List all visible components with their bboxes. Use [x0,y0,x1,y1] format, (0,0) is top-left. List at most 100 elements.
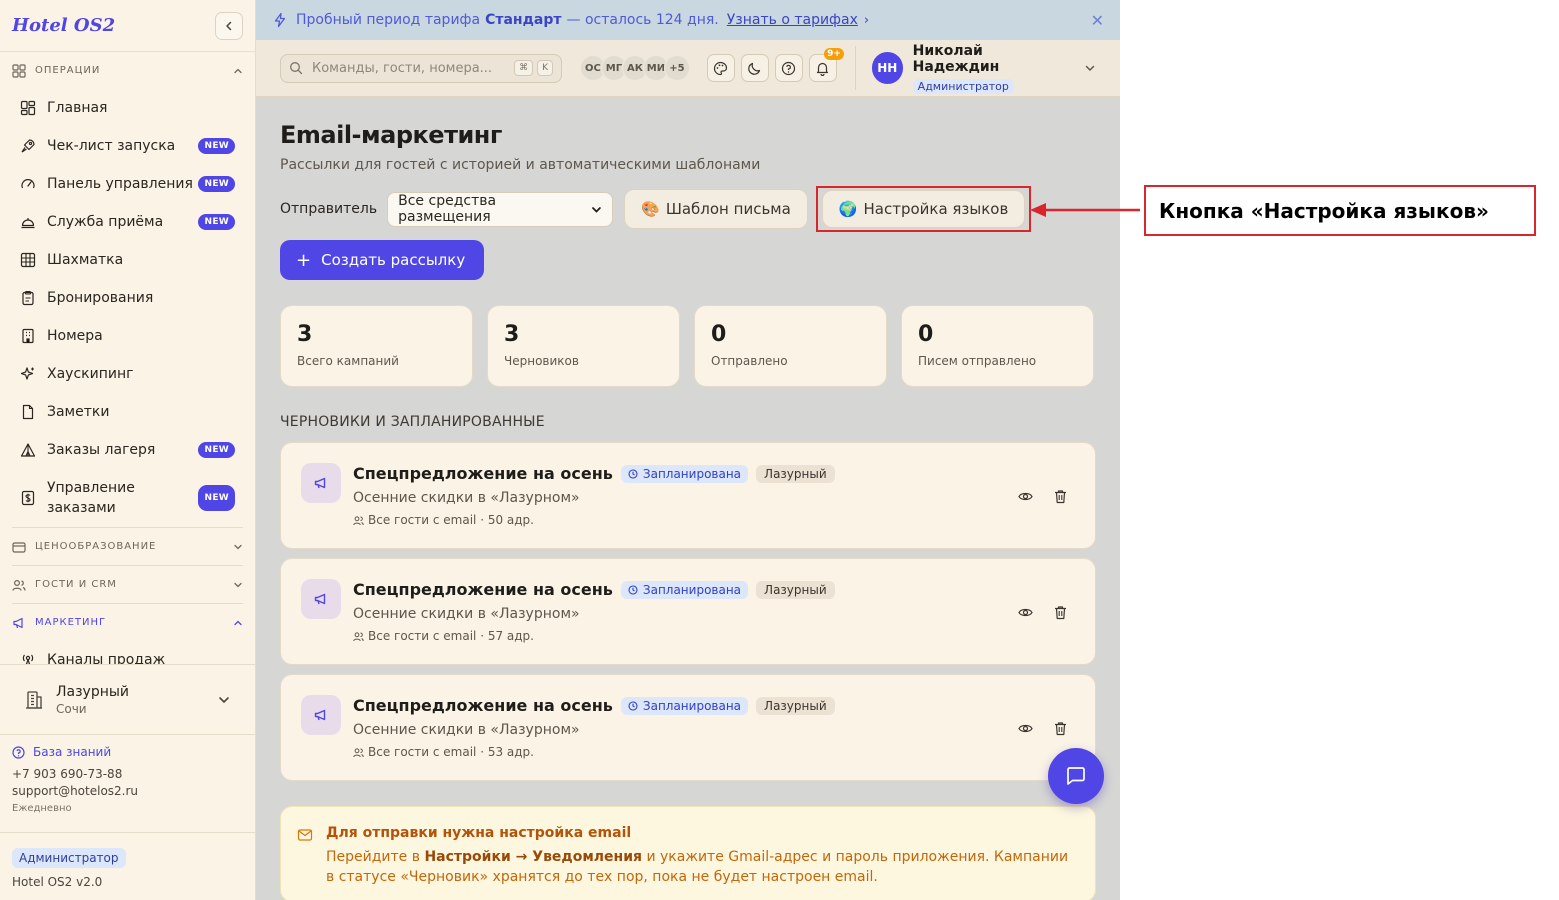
stat-value: 3 [504,322,520,347]
campaign-name[interactable]: Спецпредложение на осень [353,580,613,599]
sidebar-item[interactable]: Чек-лист запуска NEW [0,127,255,165]
delete-button[interactable] [1051,487,1069,505]
user-role-badge: Администратор [912,78,1014,94]
nav-section-marketing[interactable]: Маркетинг [0,604,255,641]
chat-bubble-icon [1067,767,1085,785]
nav-section-guests-crm[interactable]: Гости и CRM [0,566,255,603]
dark-mode-toggle[interactable] [740,54,769,82]
sender-select-value: Все средства размещения [398,193,497,225]
sidebar-item[interactable]: Бронирования [0,279,255,317]
collapse-sidebar-button[interactable] [215,11,243,40]
sidebar-item-label: Панель управления [47,176,193,192]
section-title: Черновики и запланированные [280,414,545,430]
knowledge-base-label: База знаний [33,745,112,759]
online-users[interactable]: ОС МГ АК МИ +5 [579,55,690,81]
new-badge: NEW [198,485,235,511]
campaign-header: Спецпредложение на осень Запланирована Лаз… [353,580,1075,599]
trash-icon [1054,721,1066,735]
moon-icon [748,62,761,75]
card-icon [12,540,26,554]
knowledge-base-link[interactable]: База знаний [12,745,243,759]
clock-icon [628,700,638,711]
theme-palette-button[interactable] [706,54,735,82]
plus-icon: + [296,249,312,271]
preview-button[interactable] [1016,487,1034,505]
support-phone[interactable]: +7 903 690-73-88 [12,767,243,781]
preview-button[interactable] [1016,719,1034,737]
sidebar-item[interactable]: Номера [0,317,255,355]
delete-button[interactable] [1051,603,1069,621]
campaign-name[interactable]: Спецпредложение на осень [353,464,613,483]
language-settings-label: Настройка языков [863,200,1009,218]
role-badge: Администратор [12,848,126,868]
sidebar-item[interactable]: Заказы лагеря NEW [0,431,255,469]
sidebar-item[interactable]: Главная [0,89,255,127]
sidebar-item[interactable]: Хаускипинг [0,355,255,393]
nav-section-operations[interactable]: Операции [0,52,255,89]
nav-section-pricing[interactable]: Ценообразование [0,528,255,565]
email-template-button[interactable]: 🎨 Шаблон письма [624,189,808,229]
campaign-body: Спецпредложение на осень Запланирована Лаз… [353,464,1075,527]
campaign-card[interactable]: Спецпредложение на осень Запланирована Лаз… [280,442,1096,549]
app-version: Hotel OS2 v2.0 [12,875,103,889]
annotation-arrow [1030,203,1140,217]
lightning-icon [272,12,288,28]
sidebar-item[interactable]: Служба приёма NEW [0,203,255,241]
chevron-down-icon [1084,62,1096,74]
sidebar-item[interactable]: Панель управления NEW [0,165,255,203]
sender-select[interactable]: Все средства размещения [387,191,614,227]
hotel-switcher[interactable]: Лазурный Сочи [0,664,255,734]
language-settings-button[interactable]: 🌍 Настройка языков [821,190,1026,228]
preview-button[interactable] [1016,603,1034,621]
trial-suffix: — осталось 124 дня. [566,12,719,28]
chat-button[interactable] [1048,748,1104,804]
stat-label: Писем отправлено [918,354,1037,368]
sidebar-item-label: Номера [47,328,103,344]
delete-button[interactable] [1051,719,1069,737]
campaign-actions [999,603,1069,621]
tent-icon [20,442,36,458]
user-menu[interactable]: НН Николай Надеждин Администратор [871,42,1096,94]
help-button[interactable] [774,54,803,82]
notice-text-a: Перейдите в [326,849,420,865]
palette-icon [714,61,728,75]
brand-logo[interactable]: Hotel OS2 [12,15,115,36]
email-template-label: Шаблон письма [665,200,791,218]
sidebar-item[interactable]: Шахматка [0,241,255,279]
status-label: Запланирована [642,582,742,597]
user-name: Николай Надеждин [912,42,1000,75]
create-campaign-label: Создать рассылку [321,251,466,269]
command-search[interactable]: Команды, гости, номера... ⌘ K [280,53,562,83]
hotel-badge: Лазурный [756,580,835,599]
top-bar: Команды, гости, номера... ⌘ K ОС МГ АК М… [256,40,1120,97]
divider [854,46,856,90]
chevron-right-icon: › [863,12,870,28]
settings-link[interactable]: Настройки → Уведомления [424,849,642,865]
campaign-name[interactable]: Спецпредложение на осень [353,696,613,715]
support-email[interactable]: support@hotelos2.ru [12,784,243,798]
sidebar-item[interactable]: Заметки [0,393,255,431]
chevron-down-icon [219,696,229,703]
chevron-left-icon [226,21,232,30]
sparkles-icon [20,366,36,382]
notifications-button[interactable]: 9+ [808,48,844,82]
clock-icon [628,468,638,479]
chevron-down-icon [592,206,602,213]
create-campaign-button[interactable]: + Создать рассылку [280,240,484,280]
hotel-name: Лазурный [56,683,130,700]
search-input[interactable]: Команды, гости, номера... [312,61,510,76]
campaign-card[interactable]: Спецпредложение на осень Запланирована Лаз… [280,674,1096,781]
support-block: База знаний +7 903 690-73-88 support@hot… [0,734,255,832]
stat-value: 3 [297,322,313,347]
new-badge: NEW [198,138,235,154]
sidebar-item[interactable]: Управление заказами NEW [0,469,255,527]
sidebar-nav[interactable]: Операции Главная Чек-лист запуска NEW Панел… [0,52,255,664]
presence-more[interactable]: +5 [663,55,690,81]
close-banner-button[interactable]: ✕ [1091,11,1104,30]
pricing-link[interactable]: Узнать о тарифах [727,12,858,28]
bell-desk-icon [20,214,36,230]
sidebar-item-label: Хаускипинг [47,366,134,382]
stat-card-total: 3 Всего кампаний [280,305,473,387]
campaign-card[interactable]: Спецпредложение на осень Запланирована Лаз… [280,558,1096,665]
sidebar-item-sales-channels[interactable]: Каналы продаж [0,641,255,664]
